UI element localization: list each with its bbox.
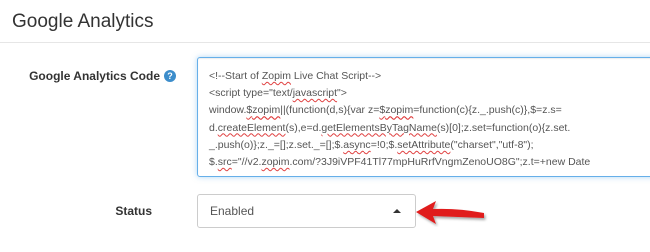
code-line-2: <script type="text/javascript"> bbox=[209, 87, 347, 100]
code-line-4: d.createElement(s),e=d.getElementsByTagN… bbox=[209, 121, 571, 134]
code-line-5: _.push(o)};z._=[];z.set._=[];$.async=!0;… bbox=[209, 138, 534, 151]
code-line-3: window.$zopim||(function(d,s){var z=$zop… bbox=[209, 104, 562, 117]
section-title: Google Analytics bbox=[12, 11, 154, 32]
google-analytics-code-label-text: Google Analytics Code bbox=[29, 69, 160, 83]
question-icon[interactable]: ? bbox=[164, 70, 176, 82]
red-arrow-icon bbox=[416, 201, 484, 224]
status-label: Status bbox=[115, 204, 152, 218]
status-selected-value: Enabled bbox=[210, 204, 255, 218]
google-analytics-code-textarea[interactable]: <!--Start of Zopim Live Chat Script--> <… bbox=[197, 57, 650, 177]
status-select[interactable]: Enabled bbox=[197, 194, 416, 228]
code-line-6: $.src="//v2.zopim.com/?3J9iVPF41Tl77mpHu… bbox=[209, 156, 591, 169]
google-analytics-code-label: Google Analytics Code ? bbox=[24, 69, 176, 83]
section-divider bbox=[0, 42, 650, 43]
code-line-1: <!--Start of Zopim Live Chat Script--> bbox=[209, 70, 382, 82]
caret-up-icon bbox=[393, 209, 401, 213]
